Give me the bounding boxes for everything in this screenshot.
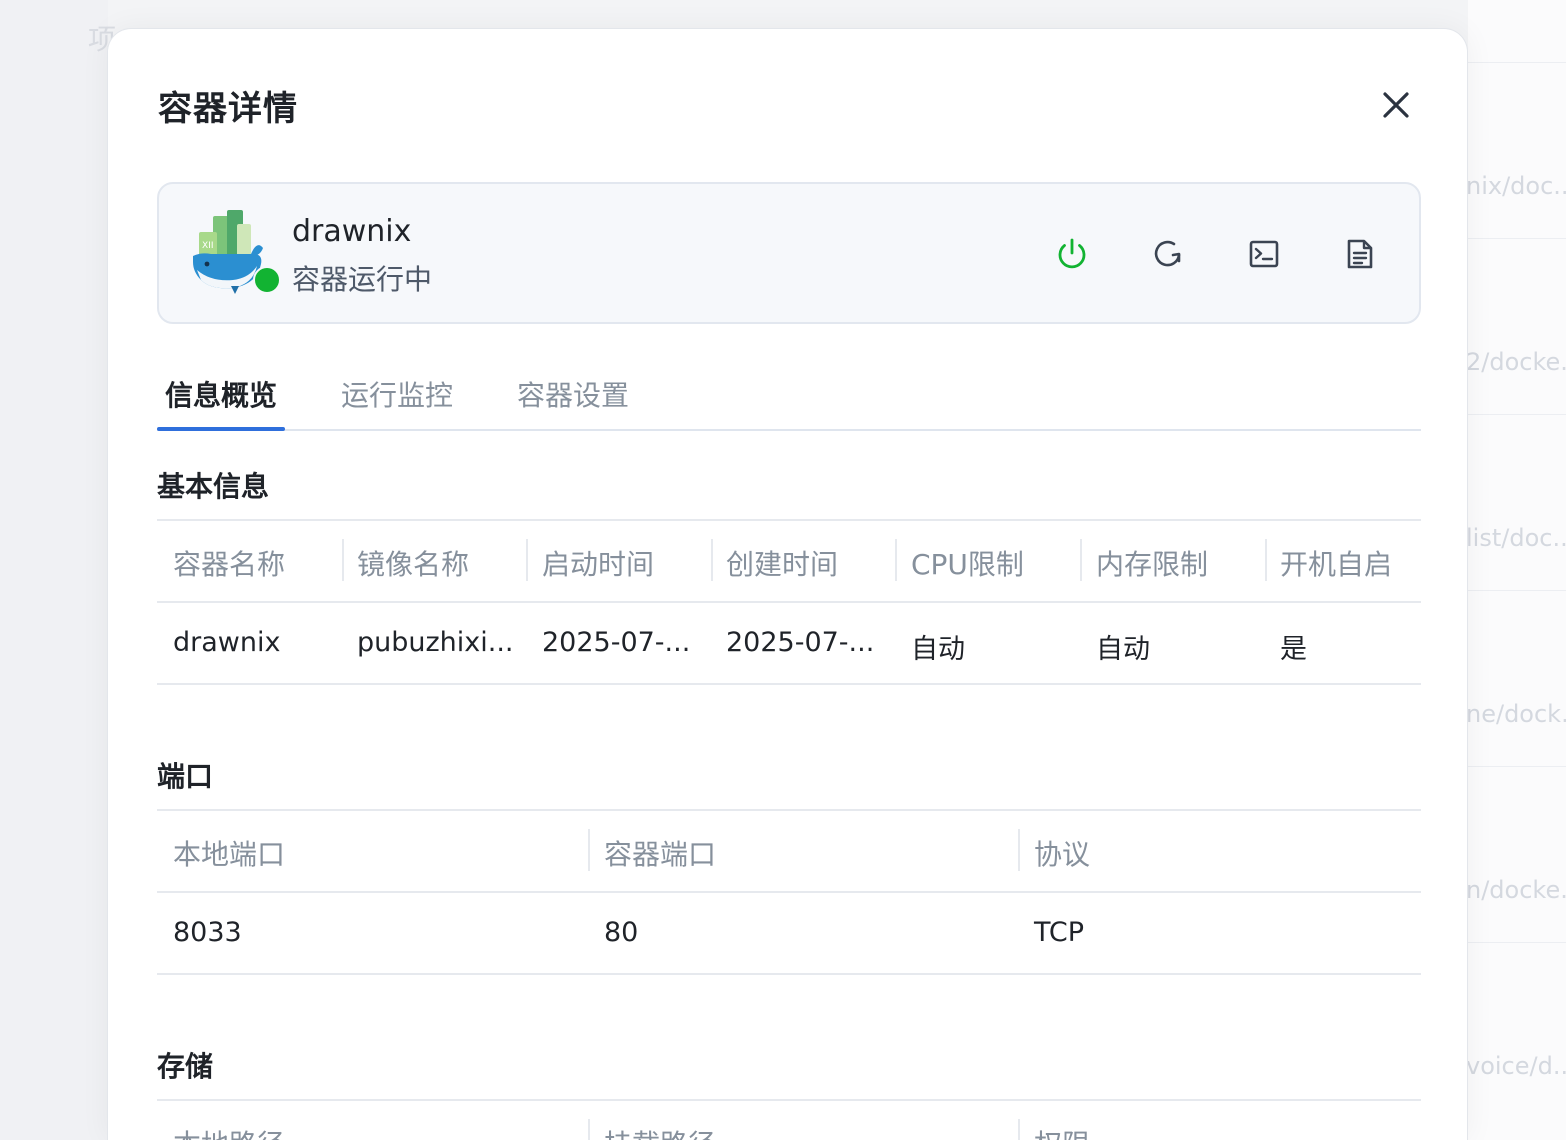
table-row: drawnix pubuzhixi... 2025-07-... 2025-07… xyxy=(157,603,1421,685)
svg-text:XII: XII xyxy=(202,241,213,251)
background-link: nix/doc... xyxy=(1466,172,1566,200)
running-status-dot xyxy=(253,266,281,294)
tab-overview[interactable]: 信息概览 xyxy=(165,374,277,414)
background-link: n/docke... xyxy=(1466,876,1566,904)
column-header: 本地路径 xyxy=(173,1123,285,1140)
background-link: list/doc... xyxy=(1466,524,1566,552)
column-divider xyxy=(1018,829,1020,871)
container-status: 容器运行中 xyxy=(292,263,433,296)
column-header: 协议 xyxy=(1034,838,1091,871)
table-cell: 8033 xyxy=(173,917,242,948)
column-header: 开机自启 xyxy=(1280,548,1393,581)
background-row-divider xyxy=(1468,942,1566,943)
column-divider xyxy=(342,539,344,581)
column-header: 容器端口 xyxy=(604,838,717,871)
column-header: CPU限制 xyxy=(911,548,1024,581)
table-row: 8033 80 TCP xyxy=(157,893,1421,975)
background-sidebar: 项 xyxy=(0,0,116,1140)
table-header: 本地端口 容器端口 协议 xyxy=(157,809,1421,893)
table-cell: pubuzhixi... xyxy=(357,627,514,658)
background-link: 2/docke... xyxy=(1466,348,1566,376)
active-tab-indicator xyxy=(157,427,285,431)
terminal-icon xyxy=(1249,240,1279,268)
restart-icon xyxy=(1154,240,1181,267)
basic-info-table: 容器名称 镜像名称 启动时间 创建时间 CPU限制 内存限制 开机自启 draw… xyxy=(157,519,1421,685)
column-header: 挂载路径 xyxy=(604,1123,716,1140)
basic-info-title: 基本信息 xyxy=(157,470,270,503)
table-cell: 2025-07-... xyxy=(726,627,875,658)
table-cell: drawnix xyxy=(173,627,281,658)
table-cell: TCP xyxy=(1034,917,1085,948)
table-cell: 自动 xyxy=(1096,634,1150,665)
power-icon xyxy=(1058,238,1086,269)
ports-table: 本地端口 容器端口 协议 8033 80 TCP xyxy=(157,809,1421,975)
background-list xyxy=(1468,0,1566,1140)
ports-title: 端口 xyxy=(157,760,214,793)
column-header: 权限 xyxy=(1034,1123,1090,1140)
table-header: 容器名称 镜像名称 启动时间 创建时间 CPU限制 内存限制 开机自启 xyxy=(157,519,1421,603)
column-divider xyxy=(711,539,713,581)
background-row-divider xyxy=(1468,414,1566,415)
table-header: 本地路径 挂载路径 权限 xyxy=(157,1099,1421,1140)
column-divider xyxy=(1018,1119,1020,1140)
column-divider xyxy=(588,1119,590,1140)
column-divider xyxy=(526,539,528,581)
column-divider xyxy=(1080,539,1082,581)
column-header: 创建时间 xyxy=(726,548,839,581)
table-cell: 自动 xyxy=(911,634,965,665)
table-cell: 2025-07-... xyxy=(542,627,691,658)
background-link: ne/dock... xyxy=(1466,700,1566,728)
background-link: voice/d... xyxy=(1466,1052,1566,1080)
column-header: 容器名称 xyxy=(173,548,286,581)
background-row-divider xyxy=(1468,766,1566,767)
close-button[interactable] xyxy=(1376,85,1416,125)
table-cell: 80 xyxy=(604,917,639,948)
container-detail-modal: 容器详情 XII drawnix 容器运行中 信息概览 运行监控 容器设置 基本… xyxy=(107,28,1468,1140)
container-name: drawnix xyxy=(292,214,412,249)
background-row-divider xyxy=(1468,590,1566,591)
document-icon xyxy=(1347,239,1373,269)
column-divider xyxy=(588,829,590,871)
storage-table: 本地路径 挂载路径 权限 xyxy=(157,1099,1421,1140)
terminal-button[interactable] xyxy=(1244,234,1284,274)
storage-title: 存储 xyxy=(157,1050,214,1083)
container-summary-card: XII drawnix 容器运行中 xyxy=(157,182,1421,324)
table-cell: 是 xyxy=(1280,634,1307,665)
background-row-divider xyxy=(1468,62,1566,63)
tab-monitoring[interactable]: 运行监控 xyxy=(341,374,453,414)
column-header: 内存限制 xyxy=(1096,548,1209,581)
logs-button[interactable] xyxy=(1340,234,1380,274)
tab-settings[interactable]: 容器设置 xyxy=(517,374,629,414)
column-header: 本地端口 xyxy=(173,838,286,871)
detail-tabs: 信息概览 运行监控 容器设置 xyxy=(157,364,1421,431)
column-header: 镜像名称 xyxy=(357,548,470,581)
column-header: 启动时间 xyxy=(542,548,655,581)
restart-button[interactable] xyxy=(1148,234,1188,274)
modal-title: 容器详情 xyxy=(158,89,298,129)
power-button[interactable] xyxy=(1052,234,1092,274)
close-icon xyxy=(1383,92,1409,118)
column-divider xyxy=(895,539,897,581)
background-row-divider xyxy=(1468,238,1566,239)
column-divider xyxy=(1265,539,1267,581)
